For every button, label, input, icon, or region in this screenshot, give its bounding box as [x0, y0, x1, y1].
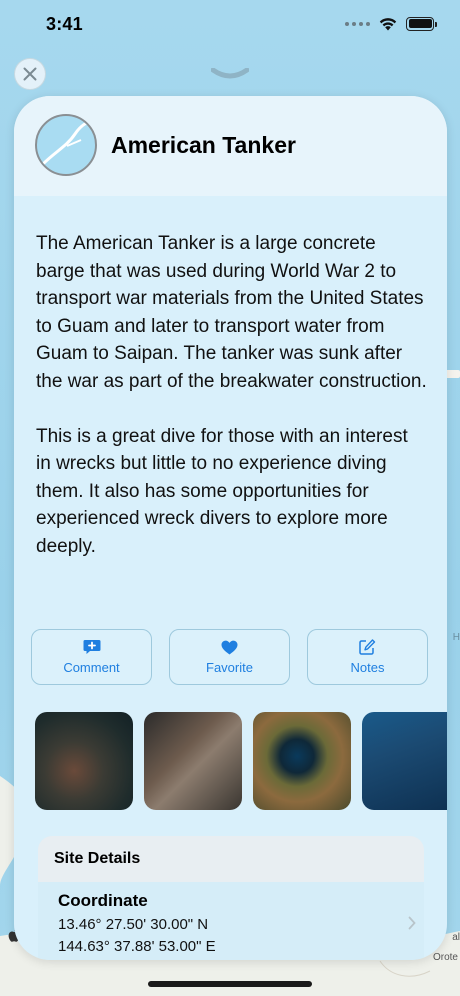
site-description: The American Tanker is a large concrete …	[14, 196, 447, 561]
battery-icon	[406, 16, 437, 31]
close-icon	[23, 67, 37, 81]
description-paragraph: The American Tanker is a large concrete …	[36, 233, 427, 392]
coordinate-longitude: 144.63° 37.88' 53.00" E	[58, 938, 216, 955]
map-label: Orote	[432, 952, 458, 963]
coordinate-title: Coordinate	[58, 891, 148, 910]
sheet-header: American Tanker	[14, 96, 447, 196]
dive-photo[interactable]	[35, 712, 133, 810]
heart-icon	[221, 640, 238, 654]
comment-label: Comment	[63, 660, 120, 675]
site-details-section: Site Details Coordinate 13.46° 27.50' 30…	[38, 836, 424, 960]
favorite-button[interactable]: Favorite	[169, 629, 290, 685]
map-label: al	[452, 932, 460, 943]
dive-photo[interactable]	[144, 712, 242, 810]
action-buttons: Comment Favorite Notes	[31, 629, 428, 685]
dive-photo[interactable]	[253, 712, 351, 810]
edit-note-icon	[359, 639, 376, 655]
dive-photo[interactable]	[362, 712, 447, 810]
close-button[interactable]	[14, 58, 46, 90]
status-time: 3:41	[46, 14, 83, 34]
comment-add-icon	[83, 640, 100, 654]
notes-button[interactable]: Notes	[307, 629, 428, 685]
description-paragraph: This is a great dive for those with an i…	[36, 425, 408, 557]
coordinate-latitude: 13.46° 27.50' 30.00" N	[58, 916, 209, 933]
status-icons	[345, 16, 437, 31]
wifi-icon	[379, 18, 397, 31]
cellular-signal-icon	[345, 21, 370, 26]
site-title: American Tanker	[111, 132, 296, 158]
chevron-right-icon[interactable]	[408, 916, 416, 930]
sheet-grabber-chevron-icon[interactable]	[211, 68, 249, 80]
notes-label: Notes	[350, 660, 385, 675]
home-indicator[interactable]	[148, 981, 312, 987]
map-label: H	[452, 632, 460, 643]
site-thumbnail	[35, 114, 97, 176]
favorite-label: Favorite	[206, 659, 253, 675]
comment-button[interactable]: Comment	[31, 629, 152, 685]
photo-gallery[interactable]	[35, 712, 447, 810]
site-details-title: Site Details	[38, 836, 424, 882]
status-bar: 3:41	[0, 0, 460, 50]
site-detail-sheet: American Tanker The American Tanker is a…	[14, 96, 447, 960]
